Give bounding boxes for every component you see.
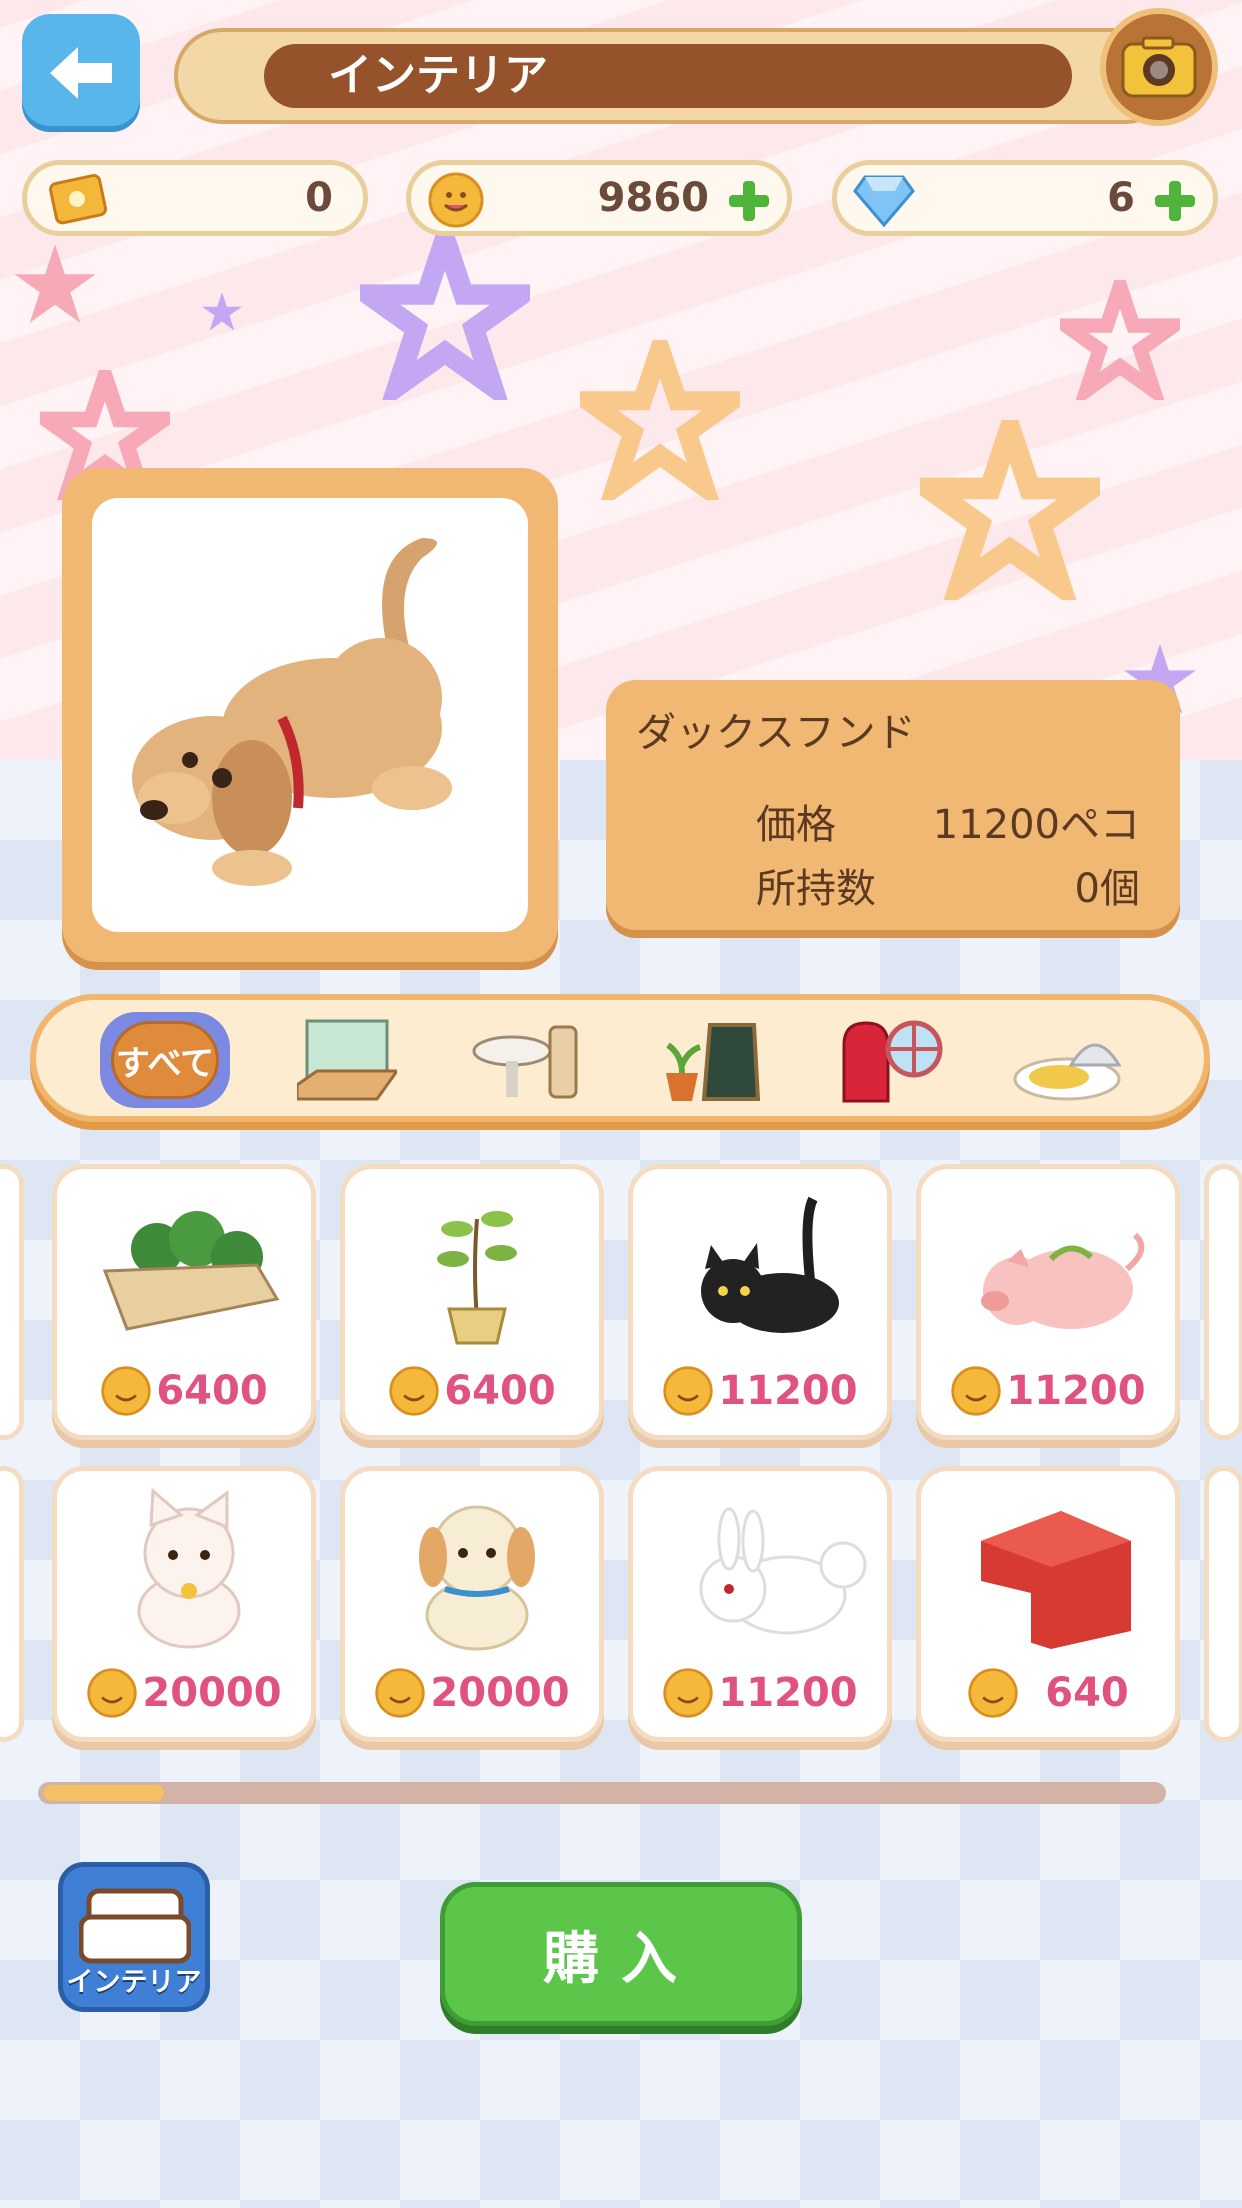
dachshund-icon: [132, 538, 452, 886]
item-card[interactable]: 640: [916, 1466, 1180, 1742]
pig-icon: [981, 1232, 1145, 1329]
item-price: 20000: [142, 1670, 282, 1716]
interior-button[interactable]: インテリア: [58, 1862, 210, 2012]
ticket-icon: [49, 174, 108, 225]
coin-icon: [663, 1366, 714, 1416]
camera-button[interactable]: [1100, 8, 1218, 126]
item-price: 11200: [718, 1368, 858, 1414]
coin-icon: [951, 1366, 1002, 1416]
item-price: 6400: [156, 1368, 268, 1414]
star-icon: [14, 244, 96, 323]
tab-food[interactable]: [1006, 1008, 1136, 1112]
camera-icon: [1121, 36, 1197, 98]
owned-value: 0個: [1074, 866, 1140, 912]
sofa-icon: [79, 1888, 191, 1964]
add-coins-button[interactable]: [725, 177, 773, 225]
plant-sign-category-icon: [666, 1023, 761, 1101]
item-info-panel: ダックスフンド 価格 11200ペコ 所持数 0個: [606, 680, 1180, 930]
item-card-partial: [1204, 1466, 1242, 1742]
potted-plant-icon: [437, 1211, 517, 1345]
price-label: 価格: [756, 802, 836, 848]
tab-table-chair[interactable]: [462, 1008, 592, 1112]
item-scrollbar[interactable]: [38, 1782, 1166, 1804]
white-cat-plush-icon: [137, 1487, 241, 1649]
table-chair-category-icon: [472, 1025, 578, 1099]
red-tent-icon: [981, 1511, 1131, 1649]
item-card-partial: [0, 1164, 24, 1440]
coin-count: 9860: [597, 175, 709, 221]
gem-counter: 6: [832, 160, 1218, 236]
item-price: 6400: [444, 1368, 556, 1414]
star-icon: [202, 292, 242, 331]
item-card[interactable]: 11200: [628, 1466, 892, 1742]
rabbit-icon: [699, 1507, 867, 1635]
door-window-category-icon: [842, 1020, 943, 1103]
item-card[interactable]: 20000: [340, 1466, 604, 1742]
price-value: 11200ペコ: [932, 802, 1140, 848]
ticket-count: 0: [305, 175, 333, 221]
coin-icon: [87, 1668, 138, 1718]
star-icon: [580, 340, 740, 500]
coin-counter: 9860: [406, 160, 792, 236]
item-card-partial: [1204, 1164, 1242, 1440]
title-bar: インテリア: [174, 28, 1174, 124]
item-card-partial: [0, 1466, 24, 1742]
gem-icon: [853, 175, 915, 227]
tab-door-window[interactable]: [826, 1008, 956, 1112]
food-category-icon: [1013, 1043, 1122, 1101]
coin-icon: [389, 1366, 439, 1416]
scrollbar-thumb[interactable]: [44, 1785, 164, 1801]
item-card[interactable]: 11200: [628, 1164, 892, 1440]
category-tabs: すべて: [30, 994, 1210, 1122]
coin-icon: [375, 1668, 426, 1718]
owned-label: 所持数: [756, 866, 876, 912]
coin-icon: [428, 172, 484, 228]
tab-plant-sign[interactable]: [644, 1008, 774, 1112]
wall-floor-category-icon: [297, 1019, 397, 1101]
item-card[interactable]: 20000: [52, 1466, 316, 1742]
coin-icon: [101, 1366, 151, 1416]
item-preview: [92, 498, 528, 932]
add-gems-button[interactable]: [1151, 177, 1199, 225]
item-price: 640: [1045, 1670, 1129, 1716]
back-arrow-icon: [50, 47, 112, 99]
ticket-counter: 0: [22, 160, 368, 236]
item-preview-frame: [62, 468, 558, 962]
star-icon: [360, 230, 530, 400]
coin-icon: [968, 1668, 1018, 1718]
tab-all[interactable]: すべて: [100, 1008, 230, 1112]
tab-wall-floor[interactable]: [282, 1008, 412, 1112]
item-price: 11200: [718, 1670, 858, 1716]
gem-count: 6: [1107, 175, 1135, 221]
item-price: 11200: [1006, 1368, 1146, 1414]
item-card[interactable]: 11200: [916, 1164, 1180, 1440]
tab-all-label: すべて: [111, 1021, 219, 1099]
puppy-plush-icon: [419, 1505, 535, 1651]
planter-icon: [102, 1211, 280, 1331]
item-name: ダックスフンド: [636, 710, 916, 756]
item-price: 20000: [430, 1670, 570, 1716]
buy-button[interactable]: 購入: [440, 1882, 802, 2026]
interior-button-label: インテリア: [66, 1967, 202, 1998]
coin-icon: [663, 1668, 714, 1718]
back-button[interactable]: [22, 14, 140, 132]
item-card[interactable]: 6400: [340, 1164, 604, 1440]
star-icon: [1060, 280, 1180, 400]
page-title: インテリア: [264, 44, 1072, 108]
item-card[interactable]: 6400: [52, 1164, 316, 1440]
black-cat-icon: [701, 1196, 839, 1333]
star-icon: [920, 420, 1100, 600]
